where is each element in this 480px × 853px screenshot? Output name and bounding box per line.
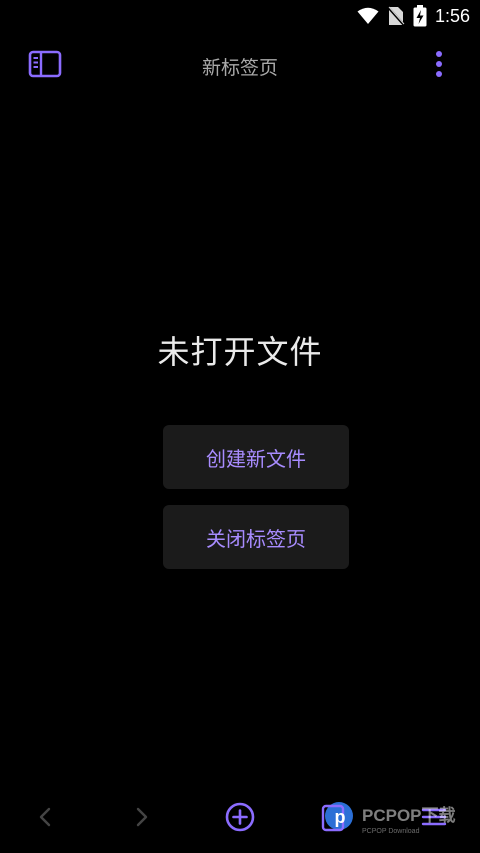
create-file-button[interactable]: 创建新文件 — [163, 425, 349, 489]
watermark: PCPOP下载 PCPOP Download — [320, 797, 470, 839]
forward-icon — [136, 807, 148, 827]
add-icon — [225, 802, 255, 832]
more-vertical-icon — [436, 51, 442, 77]
close-tab-button[interactable]: 关闭标签页 — [163, 505, 349, 569]
empty-state-message: 未打开文件 — [157, 333, 323, 371]
no-sim-icon — [387, 6, 405, 26]
battery-charging-icon — [413, 5, 427, 27]
status-bar: 1:56 — [0, 0, 480, 32]
app-header: 新标签页 — [0, 40, 480, 92]
status-icons: 1:56 — [357, 4, 470, 28]
page-title: 新标签页 — [201, 57, 278, 79]
back-button[interactable] — [25, 797, 65, 837]
watermark-brand: PCPOP下载 — [362, 805, 456, 825]
watermark-sub: PCPOP Download — [362, 828, 420, 835]
back-icon — [39, 807, 51, 827]
wifi-icon — [357, 7, 379, 25]
clock: 1:56 — [434, 5, 470, 26]
forward-button[interactable] — [122, 797, 162, 837]
more-options-button[interactable] — [432, 50, 446, 82]
add-tab-button[interactable] — [220, 797, 260, 837]
